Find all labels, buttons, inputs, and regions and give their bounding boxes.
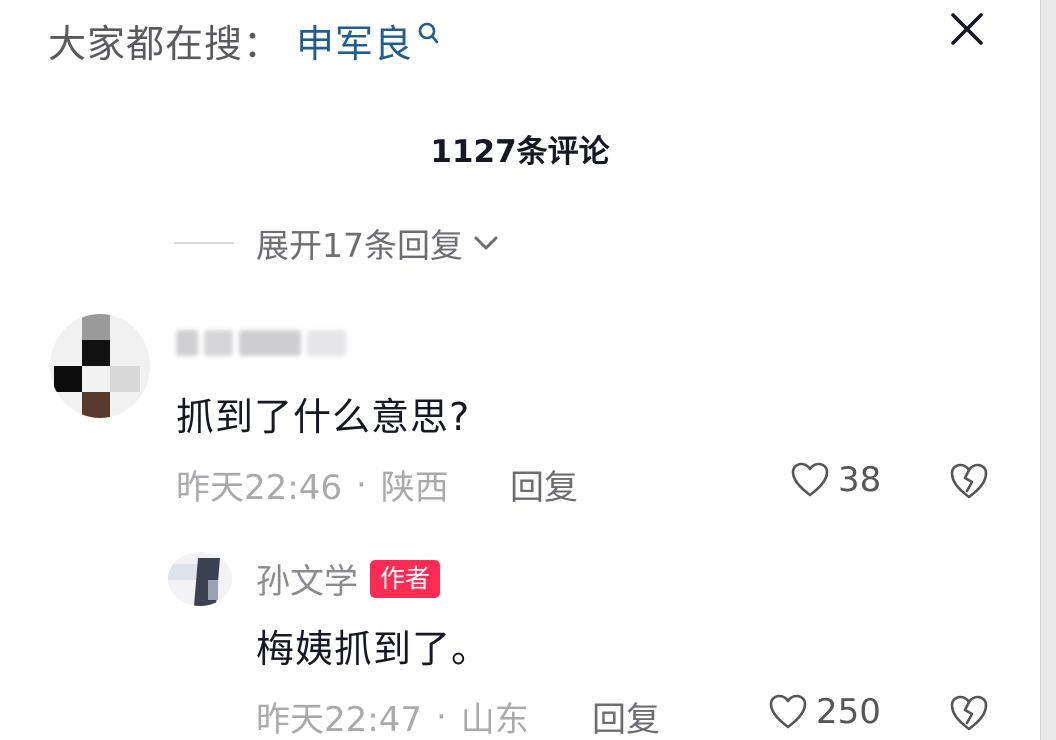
like-button[interactable]: 250: [768, 692, 881, 732]
avatar[interactable]: [50, 314, 150, 418]
like-button[interactable]: 38: [790, 460, 881, 500]
meta-separator: ·: [435, 696, 447, 737]
blur-block: [306, 330, 346, 356]
chevron-down-icon: [474, 236, 498, 250]
search-suggestion[interactable]: 大家都在搜： 申军良: [48, 12, 443, 68]
close-icon: [951, 13, 983, 45]
blur-block: [239, 330, 301, 356]
reply-user-row: 孙文学 作者: [256, 554, 441, 603]
blur-block: [176, 330, 198, 356]
comment-location: 陕西: [380, 468, 449, 508]
comment-time: 昨天22:47: [256, 700, 422, 740]
like-count: 250: [816, 692, 881, 732]
search-suggestion-prefix: 大家都在搜：: [48, 21, 283, 66]
dislike-icon[interactable]: [948, 461, 990, 501]
dislike-icon[interactable]: [948, 693, 990, 733]
reply-button[interactable]: 回复: [592, 692, 660, 740]
author-badge: 作者: [370, 559, 441, 598]
avatar[interactable]: [168, 552, 232, 606]
expand-replies-button[interactable]: 展开17条回复: [174, 218, 501, 268]
avatar-image: [50, 314, 150, 418]
window-edge: [1040, 0, 1056, 740]
search-icon: [418, 22, 439, 44]
expand-replies-label: 展开17条回复: [256, 226, 463, 265]
comment-text: 抓到了什么意思?: [176, 395, 471, 439]
heart-icon: [769, 694, 807, 729]
expand-divider: [174, 242, 234, 244]
meta-separator: ·: [355, 464, 367, 505]
comment-text: 梅姨抓到了。: [256, 627, 491, 671]
like-count: 38: [838, 460, 882, 500]
comment-count-title: 1127条评论: [430, 134, 610, 170]
comment-time: 昨天22:46: [176, 468, 342, 508]
reply-button[interactable]: 回复: [510, 460, 578, 509]
reply-username[interactable]: 孙文学: [256, 554, 358, 603]
comment-meta: 昨天22:47 · 山东: [256, 692, 529, 740]
close-button[interactable]: [944, 6, 990, 52]
heart-icon: [791, 462, 829, 497]
search-suggestion-term[interactable]: 申军良: [296, 13, 413, 68]
comment-location: 山东: [460, 700, 529, 740]
avatar-image: [168, 552, 232, 606]
comment-username-obscured[interactable]: [176, 326, 346, 360]
blur-block: [203, 330, 234, 356]
comment-meta: 昨天22:46 · 陕西: [176, 460, 449, 509]
